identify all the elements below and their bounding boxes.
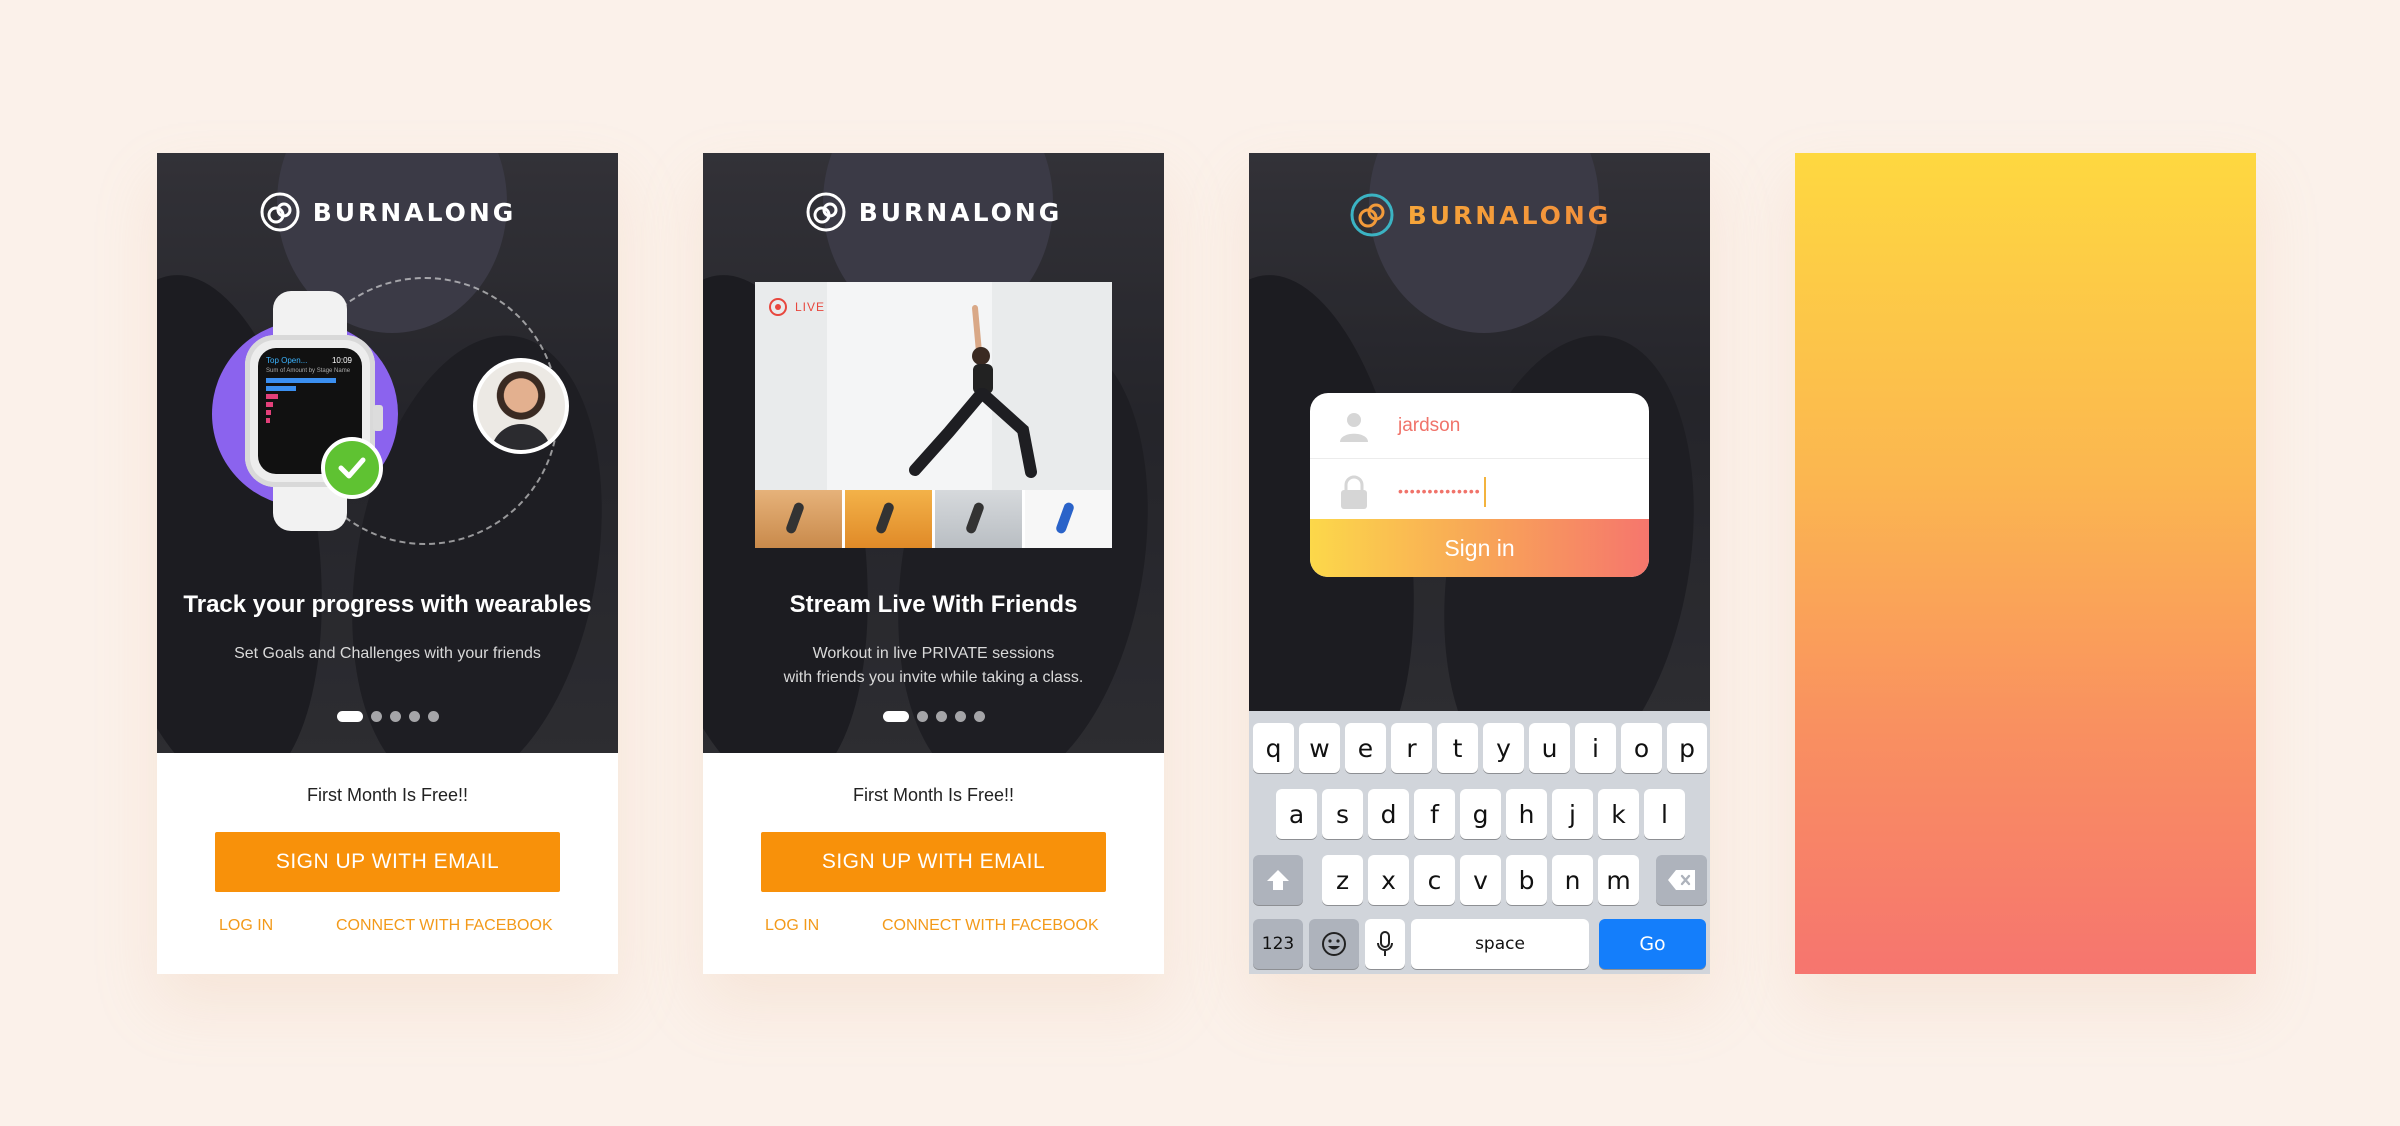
thumbnail-3[interactable] xyxy=(935,490,1022,548)
key[interactable]: n xyxy=(1552,855,1593,905)
key[interactable]: k xyxy=(1598,789,1639,839)
key[interactable]: d xyxy=(1368,789,1409,839)
key[interactable]: e xyxy=(1345,723,1386,773)
key[interactable]: j xyxy=(1552,789,1593,839)
key[interactable]: u xyxy=(1529,723,1570,773)
subline: Set Goals and Challenges with your frien… xyxy=(234,645,541,662)
promo-text: First Month Is Free!! xyxy=(852,785,1015,805)
brand-name: BURNALONG xyxy=(1407,200,1612,230)
key[interactable]: z xyxy=(1322,855,1363,905)
numbers-key[interactable]: 123 xyxy=(1253,919,1303,969)
lock-icon xyxy=(1310,474,1398,510)
password-field[interactable]: •••••••••••••• xyxy=(1398,477,1486,507)
space-key[interactable]: space xyxy=(1411,919,1589,969)
brand-name: BURNALONG xyxy=(312,197,517,227)
brand-name: BURNALONG xyxy=(858,197,1063,227)
facebook-connect-link[interactable]: CONNECT WITH FACEBOOK xyxy=(882,917,1099,935)
headline: Track your progress with wearables xyxy=(183,591,592,618)
live-badge: LIVE xyxy=(769,298,825,316)
live-video-player[interactable]: LIVE xyxy=(755,282,1112,490)
key[interactable]: s xyxy=(1322,789,1363,839)
login-link[interactable]: LOG IN xyxy=(765,917,819,935)
thumbnail-4[interactable] xyxy=(1025,490,1112,548)
page-dot-3[interactable] xyxy=(389,711,401,722)
page-dot-2[interactable] xyxy=(370,711,382,722)
user-icon xyxy=(1310,409,1398,443)
key[interactable]: t xyxy=(1437,723,1478,773)
emoji-key[interactable] xyxy=(1309,919,1359,969)
key[interactable]: w xyxy=(1299,723,1340,773)
page-dot-5[interactable] xyxy=(427,711,439,722)
key[interactable]: a xyxy=(1276,789,1317,839)
sign-in-button[interactable]: Sign in xyxy=(1310,519,1649,577)
key[interactable]: h xyxy=(1506,789,1547,839)
friend-avatar xyxy=(473,358,569,454)
key[interactable]: o xyxy=(1621,723,1662,773)
subline: Workout in live PRIVATE sessions with fr… xyxy=(783,645,1084,686)
microphone-icon xyxy=(1377,931,1393,956)
page-dot-2[interactable] xyxy=(916,711,928,722)
text-cursor xyxy=(1483,477,1486,507)
gradient-splash-screen xyxy=(1795,153,2256,974)
key[interactable]: l xyxy=(1644,789,1685,839)
signup-panel: First Month Is Free!! SIGN UP WITH EMAIL… xyxy=(157,753,618,974)
page-indicator[interactable] xyxy=(157,711,618,722)
key[interactable]: f xyxy=(1414,789,1455,839)
watch-time: 10:09 xyxy=(331,356,352,365)
burnalong-logo-icon xyxy=(806,192,846,232)
headline: Stream Live With Friends xyxy=(789,591,1078,618)
key[interactable]: r xyxy=(1391,723,1432,773)
page-dot-4[interactable] xyxy=(408,711,420,722)
page-dot-4[interactable] xyxy=(954,711,966,722)
page-indicator[interactable] xyxy=(703,711,1164,722)
key[interactable]: p xyxy=(1667,723,1707,773)
shift-key[interactable] xyxy=(1253,855,1303,905)
key[interactable]: y xyxy=(1483,723,1524,773)
page-dot-3[interactable] xyxy=(935,711,947,722)
password-mask: •••••••••••••• xyxy=(1398,483,1481,500)
page-dot-1[interactable] xyxy=(882,711,909,722)
onboarding-wearables-screen: BURNALONG Top Open... 10:09 Sum of Amoun… xyxy=(157,153,618,974)
key[interactable]: v xyxy=(1460,855,1501,905)
watch-chart-label: Sum of Amount by Stage Name xyxy=(266,368,351,374)
live-label: LIVE xyxy=(795,300,826,314)
facebook-connect-link[interactable]: CONNECT WITH FACEBOOK xyxy=(336,917,553,935)
go-key[interactable]: Go xyxy=(1599,919,1706,969)
key[interactable]: i xyxy=(1575,723,1616,773)
burnalong-logo-icon xyxy=(1350,193,1394,237)
login-screen: BURNALONG jardson •••••••••••••• Sign in… xyxy=(1249,153,1710,974)
onboarding-stream-screen: BURNALONG LIVE Stream Live With Friends … xyxy=(703,153,1164,974)
thumbnail-1[interactable] xyxy=(755,490,842,548)
key[interactable]: m xyxy=(1598,855,1639,905)
burnalong-logo-icon xyxy=(260,192,300,232)
backspace-key[interactable] xyxy=(1656,855,1707,905)
sign-up-email-button[interactable]: SIGN UP WITH EMAIL xyxy=(215,832,560,892)
backspace-icon xyxy=(1667,870,1695,890)
emoji-icon xyxy=(1322,932,1346,956)
login-card: jardson •••••••••••••• Sign in xyxy=(1310,393,1649,577)
class-thumbnails xyxy=(755,490,1112,548)
username-field[interactable]: jardson xyxy=(1398,415,1460,437)
live-record-icon xyxy=(769,298,787,316)
key[interactable]: g xyxy=(1460,789,1501,839)
key[interactable]: b xyxy=(1506,855,1547,905)
shift-icon xyxy=(1267,870,1289,890)
sign-up-email-button[interactable]: SIGN UP WITH EMAIL xyxy=(761,832,1106,892)
thumbnail-2[interactable] xyxy=(845,490,932,548)
login-link[interactable]: LOG IN xyxy=(219,917,273,935)
key[interactable]: c xyxy=(1414,855,1455,905)
page-dot-1[interactable] xyxy=(336,711,363,722)
key[interactable]: x xyxy=(1368,855,1409,905)
brand-logo: BURNALONG xyxy=(157,191,618,233)
brand-logo: BURNALONG xyxy=(703,191,1164,233)
on-screen-keyboard: q w e r t y u i o p a s d f g h j k l z … xyxy=(1249,711,1710,974)
signup-panel: First Month Is Free!! SIGN UP WITH EMAIL… xyxy=(703,753,1164,974)
brand-logo: BURNALONG xyxy=(1249,191,1710,239)
page-dot-5[interactable] xyxy=(973,711,985,722)
promo-text: First Month Is Free!! xyxy=(306,785,469,805)
key[interactable]: q xyxy=(1253,723,1294,773)
success-check-icon xyxy=(321,437,383,499)
dictation-key[interactable] xyxy=(1365,919,1405,969)
yoga-instructor-figure xyxy=(909,305,1037,478)
